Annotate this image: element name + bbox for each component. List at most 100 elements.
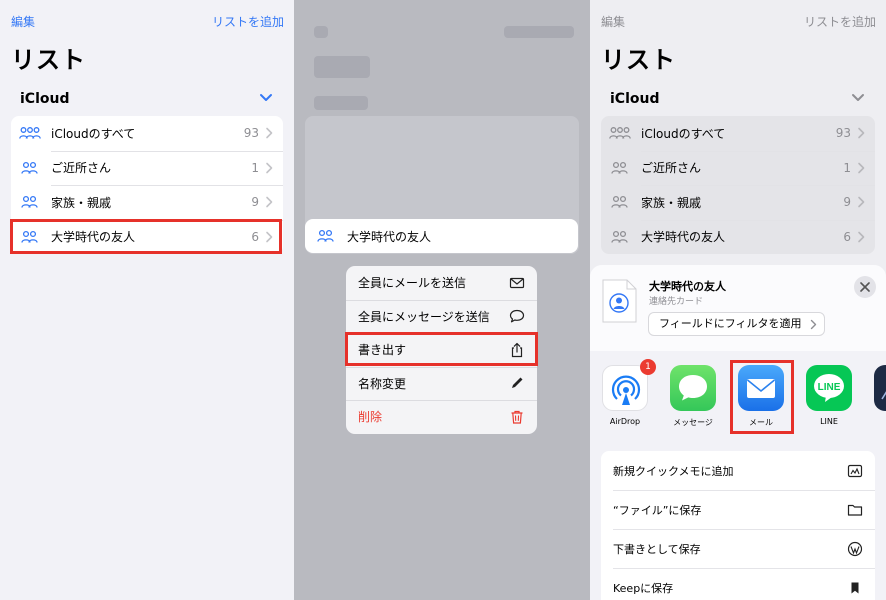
- app-more[interactable]: M: [869, 365, 886, 426]
- list-name: 大学時代の友人: [51, 230, 136, 245]
- action-add-quick-note[interactable]: 新規クイックメモに追加: [601, 451, 875, 490]
- wordpress-icon: [847, 541, 863, 556]
- share-icon: [511, 342, 523, 357]
- action-save-draft[interactable]: 下書きとして保存: [601, 529, 875, 568]
- section-title: iCloud: [610, 91, 660, 107]
- menu-item-send-mail[interactable]: 全員にメールを送信: [346, 266, 537, 300]
- list-item[interactable]: iCloudのすべて 93: [11, 116, 283, 151]
- share-sheet-header: 大学時代の友人 連絡先カード フィールドにフィルタを適用: [590, 265, 886, 351]
- menu-item-label: 書き出す: [358, 343, 407, 358]
- speech-bubble-icon: [509, 310, 525, 323]
- blurred-background: [314, 26, 328, 38]
- chevron-right-icon: [810, 319, 816, 330]
- list-item[interactable]: ご近所さん 1: [11, 150, 283, 186]
- chevron-right-icon: [858, 231, 865, 243]
- action-label: Keepに保存: [613, 581, 674, 595]
- list-count: 6: [251, 229, 259, 244]
- folder-icon: [847, 504, 863, 516]
- chevron-right-icon: [858, 196, 865, 208]
- list-name: 家族・親戚: [641, 195, 702, 210]
- context-menu: 全員にメールを送信 全員にメッセージを送信 書き出す 名称変更 削除: [346, 266, 537, 434]
- filter-button-label: フィールドにフィルタを適用: [659, 317, 802, 330]
- list-count: 9: [251, 195, 259, 210]
- list-item[interactable]: iCloudのすべて 93: [601, 116, 875, 151]
- bookmark-icon: [851, 582, 859, 593]
- app-line[interactable]: LINE LINE: [801, 365, 857, 426]
- edit-button[interactable]: 編集: [11, 13, 35, 30]
- menu-item-label: 削除: [358, 410, 383, 425]
- list-count: 1: [843, 160, 851, 175]
- app-messages[interactable]: メッセージ: [665, 365, 721, 428]
- app-airdrop[interactable]: 1 AirDrop: [597, 359, 656, 426]
- section-title: iCloud: [20, 91, 70, 107]
- menu-item-rename[interactable]: 名称変更: [346, 366, 537, 401]
- app-name: M: [869, 417, 886, 426]
- chevron-right-icon: [266, 127, 273, 139]
- chevron-right-icon: [266, 231, 273, 243]
- chevron-right-icon: [266, 162, 273, 174]
- action-label: 下書きとして保存: [613, 542, 701, 556]
- list-item[interactable]: ご近所さん 1: [601, 150, 875, 186]
- action-label: 新規クイックメモに追加: [613, 464, 734, 478]
- add-list-button[interactable]: リストを追加: [804, 13, 876, 30]
- add-list-button[interactable]: リストを追加: [212, 13, 284, 30]
- list-name: 大学時代の友人: [641, 230, 726, 245]
- group-icon: [21, 161, 38, 174]
- list-item[interactable]: 大学時代の友人 6: [11, 219, 283, 255]
- group-icon: [611, 196, 628, 208]
- group-icon: [611, 161, 628, 174]
- envelope-icon: [509, 277, 525, 288]
- blurred-background: [504, 26, 574, 38]
- group-icon: [19, 127, 41, 139]
- list-item[interactable]: 大学時代の友人 6: [601, 219, 875, 255]
- share-apps-row: 1 AirDrop メッセージ メール LINE LINE: [590, 359, 886, 435]
- list-item[interactable]: 家族・親戚 9: [601, 185, 875, 220]
- notification-badge: 1: [640, 359, 656, 375]
- list-count: 1: [251, 160, 259, 175]
- svg-text:LINE: LINE: [818, 382, 841, 393]
- quick-note-icon: [847, 464, 863, 477]
- menu-item-delete[interactable]: 削除: [346, 400, 537, 434]
- blurred-background: [314, 56, 370, 78]
- filter-fields-button[interactable]: フィールドにフィルタを適用: [648, 312, 825, 336]
- action-label: “ファイル”に保存: [613, 503, 702, 517]
- chevron-right-icon: [858, 162, 865, 174]
- line-icon: LINE: [806, 365, 852, 411]
- close-button[interactable]: [854, 276, 876, 298]
- share-subtitle: 連絡先カード: [649, 297, 704, 307]
- icloud-section-header[interactable]: iCloud: [610, 88, 866, 108]
- lists-card: iCloudのすべて 93 ご近所さん 1 家族・親戚 9 大学時代の友人 6: [11, 116, 283, 254]
- share-sheet: 大学時代の友人 連絡先カード フィールドにフィルタを適用 1 AirDrop メ…: [590, 265, 886, 600]
- selected-list-preview[interactable]: 大学時代の友人: [305, 219, 578, 253]
- icloud-section-header[interactable]: iCloud: [20, 88, 274, 108]
- list-name: iCloudのすべて: [641, 126, 726, 141]
- share-sheet-screen: 編集 リストを追加 リスト iCloud iCloudのすべて 93 ご近所さん…: [590, 0, 886, 600]
- group-icon: [21, 230, 38, 243]
- group-icon: [317, 229, 334, 242]
- page-title: リスト: [11, 46, 86, 74]
- app-mail[interactable]: メール: [733, 365, 789, 428]
- app-name: メール: [749, 418, 773, 427]
- app-name: AirDrop: [609, 417, 641, 426]
- context-menu-screen: 大学時代の友人 全員にメールを送信 全員にメッセージを送信 書き出す 名称変更 …: [294, 0, 590, 600]
- menu-item-send-message[interactable]: 全員にメッセージを送信: [346, 299, 537, 334]
- lists-card: iCloudのすべて 93 ご近所さん 1 家族・親戚 9 大学時代の友人 6: [601, 116, 875, 254]
- menu-item-label: 全員にメールを送信: [358, 276, 467, 291]
- share-actions: 新規クイックメモに追加 “ファイル”に保存 下書きとして保存 Keepに保存: [601, 451, 875, 600]
- pencil-icon: [512, 377, 523, 389]
- action-save-to-keep[interactable]: Keepに保存: [601, 568, 875, 600]
- group-icon: [21, 196, 38, 208]
- blurred-background: [314, 96, 368, 110]
- list-name: ご近所さん: [51, 161, 112, 176]
- action-save-to-files[interactable]: “ファイル”に保存: [601, 490, 875, 529]
- edit-button[interactable]: 編集: [601, 13, 625, 30]
- mail-icon: [738, 365, 784, 411]
- list-item[interactable]: 家族・親戚 9: [11, 185, 283, 220]
- page-title: リスト: [601, 46, 676, 74]
- list-count: 6: [843, 229, 851, 244]
- list-name: ご近所さん: [641, 161, 702, 176]
- list-count: 9: [843, 195, 851, 210]
- app-name: LINE: [820, 417, 838, 426]
- lists-screen: 編集 リストを追加 リスト iCloud iCloudのすべて 93 ご近所さん…: [0, 0, 294, 600]
- menu-item-export[interactable]: 書き出す: [346, 333, 537, 367]
